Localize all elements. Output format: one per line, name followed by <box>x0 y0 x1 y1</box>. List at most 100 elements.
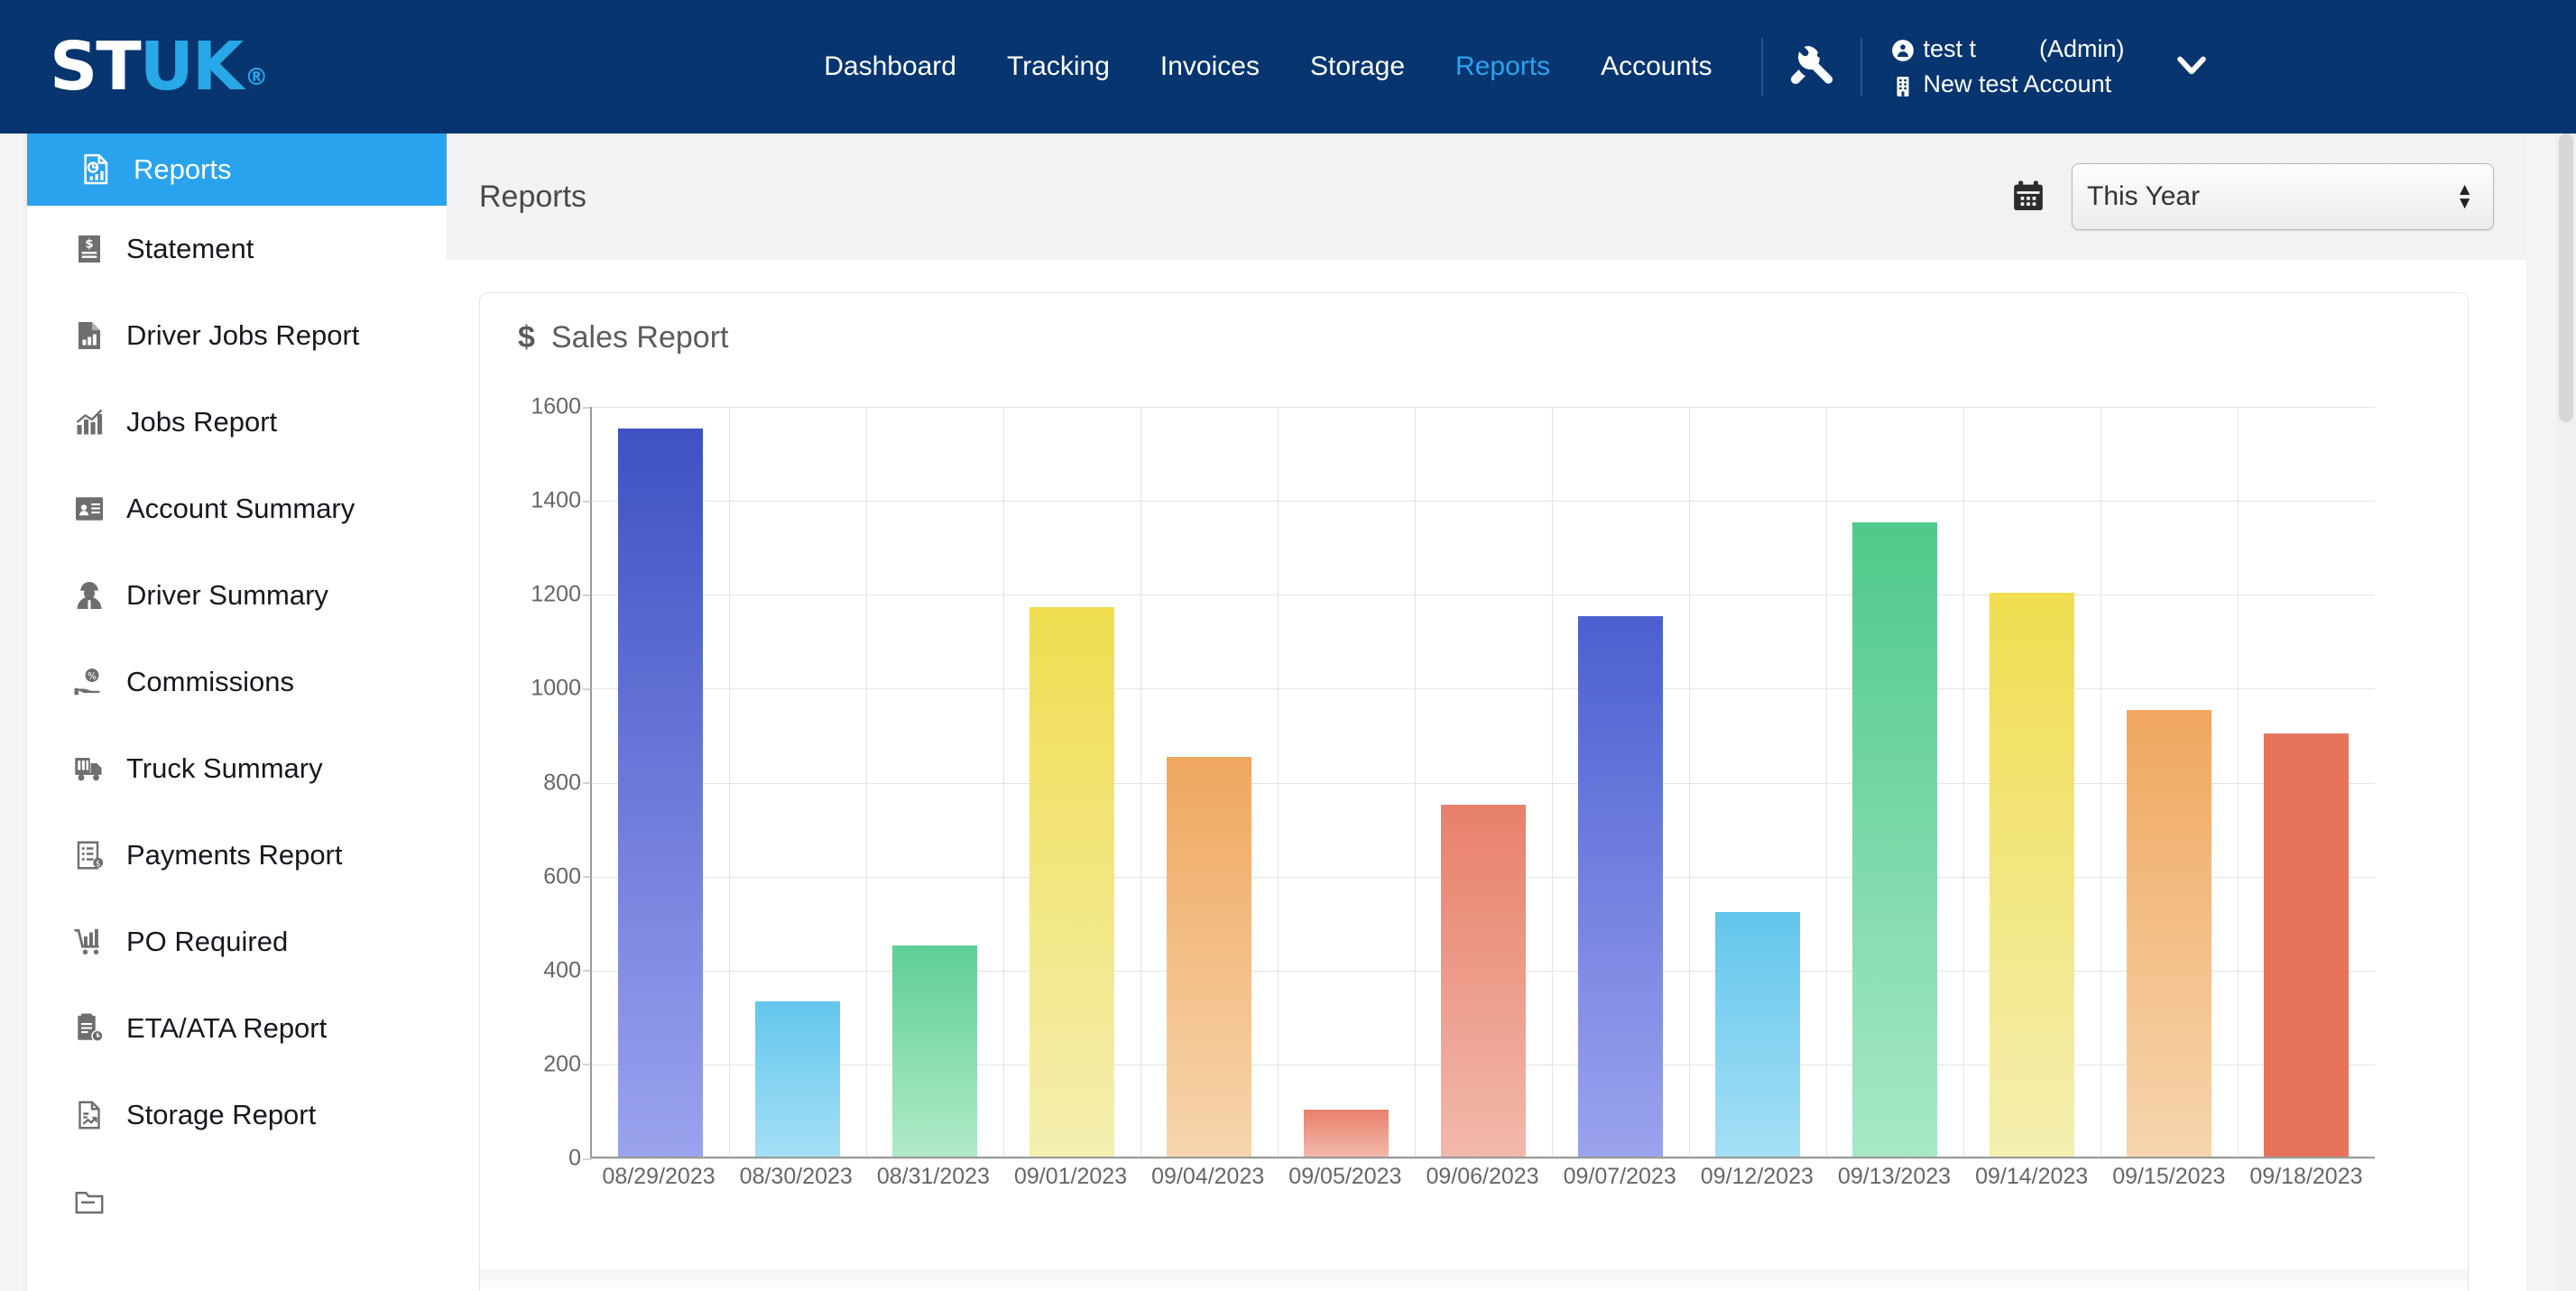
sidebar-item-jobs-report[interactable]: Jobs Report <box>27 379 447 466</box>
nav-item-dashboard[interactable]: Dashboard <box>799 51 982 82</box>
chart-x-tick-label: 08/30/2023 <box>739 1164 853 1189</box>
nav-item-reports[interactable]: Reports <box>1430 51 1575 82</box>
registered-trademark-icon: ® <box>245 64 268 91</box>
nav-item-storage[interactable]: Storage <box>1285 51 1430 82</box>
sidebar-item-payments-report[interactable]: $ Payments Report <box>27 812 447 899</box>
top-navigation-bar: ST UK ® Dashboard Tracking Invoices Storag… <box>0 0 2576 134</box>
chart-bar[interactable] <box>2263 733 2350 1157</box>
select-spinner-icon: ▲ ▼ <box>2456 180 2473 213</box>
chart-y-tick-label: 1400 <box>531 487 592 513</box>
chart-gridline <box>592 1158 2375 1159</box>
invoice-dollar-icon: $ <box>70 836 108 874</box>
chart-bar-slot <box>1689 407 1826 1157</box>
sidebar-item-label: Truck Summary <box>126 752 323 784</box>
sidebar-item-statement[interactable]: $ Statement <box>27 206 447 292</box>
chart-bar[interactable] <box>1714 912 1801 1157</box>
chart-bar-slot <box>1278 407 1415 1157</box>
date-range-select[interactable]: This Year ▲ ▼ <box>2072 163 2494 230</box>
line-bar-chart-icon <box>70 403 108 441</box>
sidebar-item-driver-summary[interactable]: Driver Summary <box>27 552 447 639</box>
chart-x-tick-label: 09/14/2023 <box>1975 1164 2089 1189</box>
chart-bar-slot <box>1826 407 1963 1157</box>
sidebar-item-storage-report[interactable]: Storage Report <box>27 1072 447 1158</box>
sidebar-item-label: Driver Jobs Report <box>126 319 360 351</box>
nav-divider-left <box>1760 38 1763 96</box>
chart-x-tick-label: 09/12/2023 <box>1700 1164 1814 1189</box>
chart-x-tick-label: 09/13/2023 <box>1837 1164 1952 1189</box>
chart-x-tick-label: 09/06/2023 <box>1426 1164 1539 1189</box>
content-area: Reports This Year ▲ ▼ $ Sales Report 0 2… <box>447 134 2576 1291</box>
chart-bar-slot <box>2101 407 2238 1157</box>
chart-bar-slot <box>1963 407 2101 1157</box>
sidebar-item-commissions[interactable]: % Commissions <box>27 639 447 725</box>
sidebar-item-label: Jobs Report <box>126 406 278 438</box>
person-icon <box>1891 37 1915 62</box>
chart-bar[interactable] <box>1577 616 1664 1157</box>
chevron-down-icon[interactable] <box>2172 45 2211 89</box>
chart-x-tick-label: 09/04/2023 <box>1151 1164 1265 1189</box>
chart-bar[interactable] <box>891 945 978 1157</box>
sidebar-item-partial[interactable] <box>27 1158 447 1245</box>
sidebar: Reports $ Statement Driver Jobs Report J… <box>27 134 447 1291</box>
chart-y-tick-label: 0 <box>568 1145 592 1171</box>
user-identity-row: test t (Admin) <box>1891 32 2125 67</box>
page-title: Reports <box>479 179 587 214</box>
chart-x-tick-label: 09/01/2023 <box>1013 1164 1128 1189</box>
chart-bar[interactable] <box>1440 804 1527 1157</box>
page-scrollbar[interactable] <box>2556 134 2576 1291</box>
chart-bar[interactable] <box>1166 757 1252 1157</box>
nav-item-invoices[interactable]: Invoices <box>1135 51 1285 82</box>
page-scrollbar-thumb[interactable] <box>2559 134 2573 422</box>
chart-bar[interactable] <box>617 429 704 1157</box>
nav-item-tracking[interactable]: Tracking <box>982 51 1135 82</box>
content-scroll-region: $ Sales Report 0 200 400 600 800 1000 1200 1400… <box>447 260 2526 1291</box>
brand-logo[interactable]: ST UK ® <box>50 28 268 106</box>
chart-x-tick-label: 09/18/2023 <box>2249 1164 2363 1189</box>
brand-logo-part2: UK <box>139 28 244 106</box>
building-icon <box>1891 73 1915 97</box>
chart-x-tick-label: 08/29/2023 <box>602 1164 716 1189</box>
chart-bar-slot <box>2238 407 2375 1157</box>
user-account-row: New test Account <box>1891 67 2125 102</box>
sidebar-item-account-summary[interactable]: Account Summary <box>27 466 447 552</box>
chart-y-tick-label: 1600 <box>531 393 592 420</box>
chart-x-tick-label: 08/31/2023 <box>876 1164 990 1189</box>
sidebar-item-reports[interactable]: Reports <box>27 134 447 206</box>
id-card-icon <box>70 490 108 528</box>
chart-bar[interactable] <box>1029 606 1115 1157</box>
folder-icon <box>70 1183 108 1221</box>
chart-bar[interactable] <box>754 1001 841 1157</box>
chart-y-tick-label: 400 <box>543 957 592 983</box>
chart-y-tick-label: 1200 <box>531 581 592 607</box>
chart-x-tick-label: 09/15/2023 <box>2112 1164 2226 1189</box>
page-header: Reports This Year ▲ ▼ <box>447 134 2526 260</box>
chart-bars <box>592 407 2375 1157</box>
chart-x-axis-labels: 08/29/2023 08/30/2023 08/31/2023 09/01/2023… <box>590 1164 2375 1190</box>
user-menu[interactable]: test t (Admin) New test Account <box>1891 32 2211 102</box>
sidebar-item-label: ETA/ATA Report <box>126 1012 328 1044</box>
chart-bar[interactable] <box>2126 710 2212 1157</box>
sidebar-item-driver-jobs-report[interactable]: Driver Jobs Report <box>27 292 447 379</box>
chart-plot-area: 0 200 400 600 800 1000 1200 1400 1600 <box>531 394 2375 1171</box>
sidebar-item-truck-summary[interactable]: Truck Summary <box>27 725 447 812</box>
tools-gear-wrench-icon[interactable] <box>1787 41 1837 92</box>
chart-y-tick-label: 600 <box>543 863 592 890</box>
chart-bar-slot <box>1415 407 1552 1157</box>
sidebar-item-label: Reports <box>134 153 232 185</box>
chart-bar[interactable] <box>1989 593 2075 1157</box>
chart-bar[interactable] <box>1851 522 1938 1157</box>
sales-bar-chart: 0 200 400 600 800 1000 1200 1400 1600 08/29/2023… <box>480 392 2470 1291</box>
sidebar-item-eta-ata-report[interactable]: ETA/ATA Report <box>27 985 447 1072</box>
calendar-icon[interactable] <box>2010 179 2046 215</box>
chart-bar-slot <box>729 407 866 1157</box>
sidebar-item-po-required[interactable]: PO Required <box>27 899 447 985</box>
svg-text:$: $ <box>85 237 93 252</box>
sidebar-item-label: Statement <box>126 233 254 264</box>
sidebar-item-label: PO Required <box>126 926 289 957</box>
sidebar-item-label: Driver Summary <box>126 579 328 611</box>
chart-y-tick-label: 800 <box>543 770 592 795</box>
nav-item-accounts[interactable]: Accounts <box>1575 51 1737 82</box>
chart-x-tick-label: 09/05/2023 <box>1288 1164 1402 1189</box>
chart-bar[interactable] <box>1303 1109 1390 1157</box>
card-title-text: Sales Report <box>550 320 729 355</box>
